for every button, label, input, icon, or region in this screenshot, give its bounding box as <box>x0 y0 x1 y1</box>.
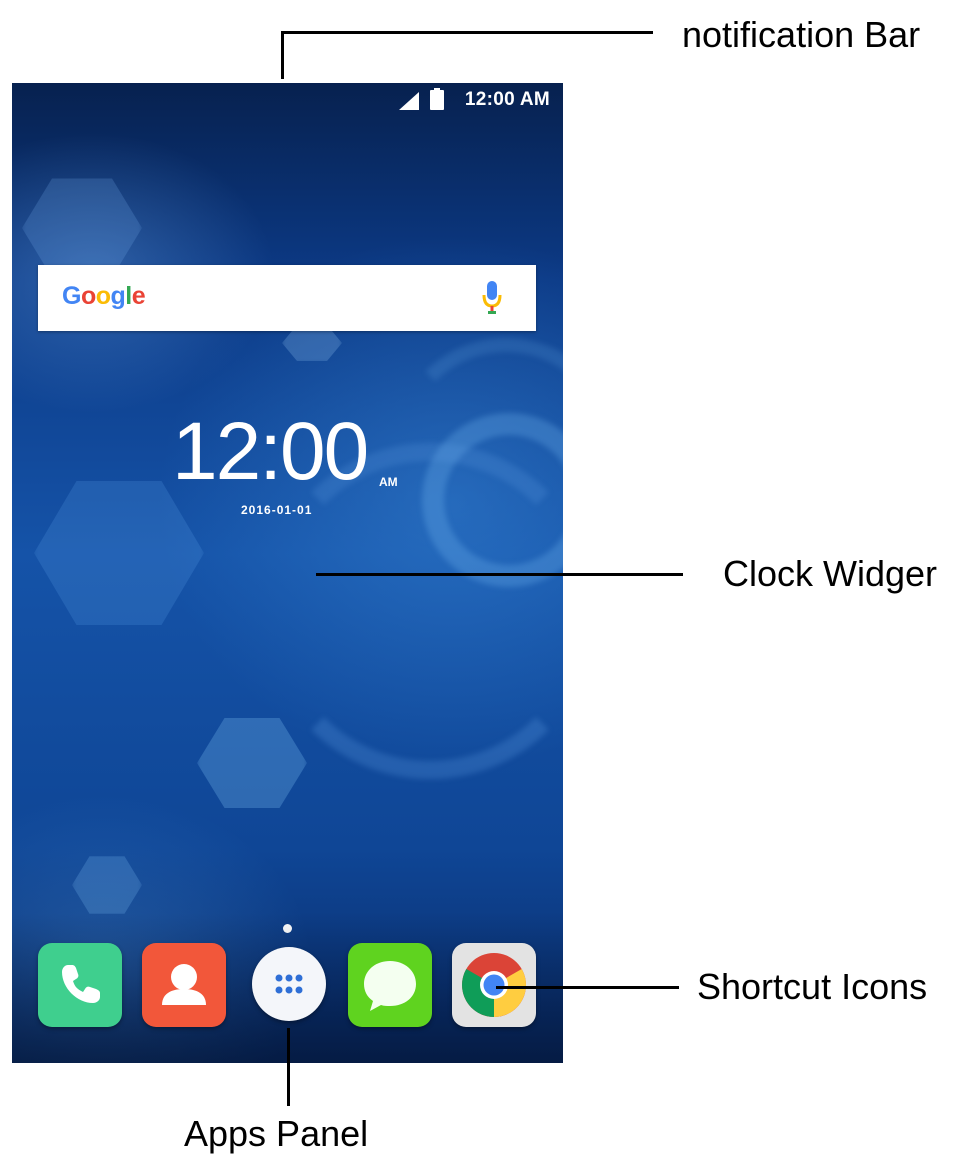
status-time: 12:00 AM <box>464 89 550 110</box>
phone-icon[interactable] <box>38 943 122 1027</box>
annotation-line-notification <box>281 31 653 34</box>
battery-icon <box>430 88 444 110</box>
chrome-icon[interactable] <box>452 943 536 1027</box>
signal-icon <box>399 92 419 110</box>
logo-letter: e <box>131 282 146 310</box>
messages-icon[interactable] <box>348 943 432 1027</box>
clock-ampm: AM <box>379 475 398 489</box>
wallpaper-hexagon <box>197 718 307 808</box>
google-search-bar[interactable]: Google <box>38 265 536 331</box>
status-bar[interactable]: 12:00 AM <box>12 83 563 117</box>
clock-time[interactable]: 12:00 <box>172 411 369 493</box>
annotation-line-notification <box>281 31 284 79</box>
annotation-line-clock <box>316 573 683 576</box>
logo-letter: o <box>80 282 96 310</box>
logo-letter: G <box>62 282 81 310</box>
clock-date: 2016-01-01 <box>241 503 313 517</box>
wallpaper-hexagon <box>34 481 204 625</box>
logo-letter: o <box>95 282 111 310</box>
contacts-icon[interactable] <box>142 943 226 1027</box>
annotation-shortcut-icons: Shortcut Icons <box>697 966 928 1007</box>
annotation-apps-panel: Apps Panel <box>184 1113 369 1154</box>
wallpaper-hexagon <box>72 856 142 914</box>
annotation-clock-widget: Clock Widger <box>723 553 938 594</box>
annotation-line-shortcut <box>496 986 679 989</box>
google-logo: Google <box>62 282 146 311</box>
annotation-line-apps <box>287 1028 290 1106</box>
microphone-icon[interactable] <box>482 281 502 315</box>
logo-letter: g <box>110 282 126 310</box>
annotation-notification-bar: notification Bar <box>682 14 921 55</box>
apps-panel-icon[interactable] <box>252 947 326 1021</box>
